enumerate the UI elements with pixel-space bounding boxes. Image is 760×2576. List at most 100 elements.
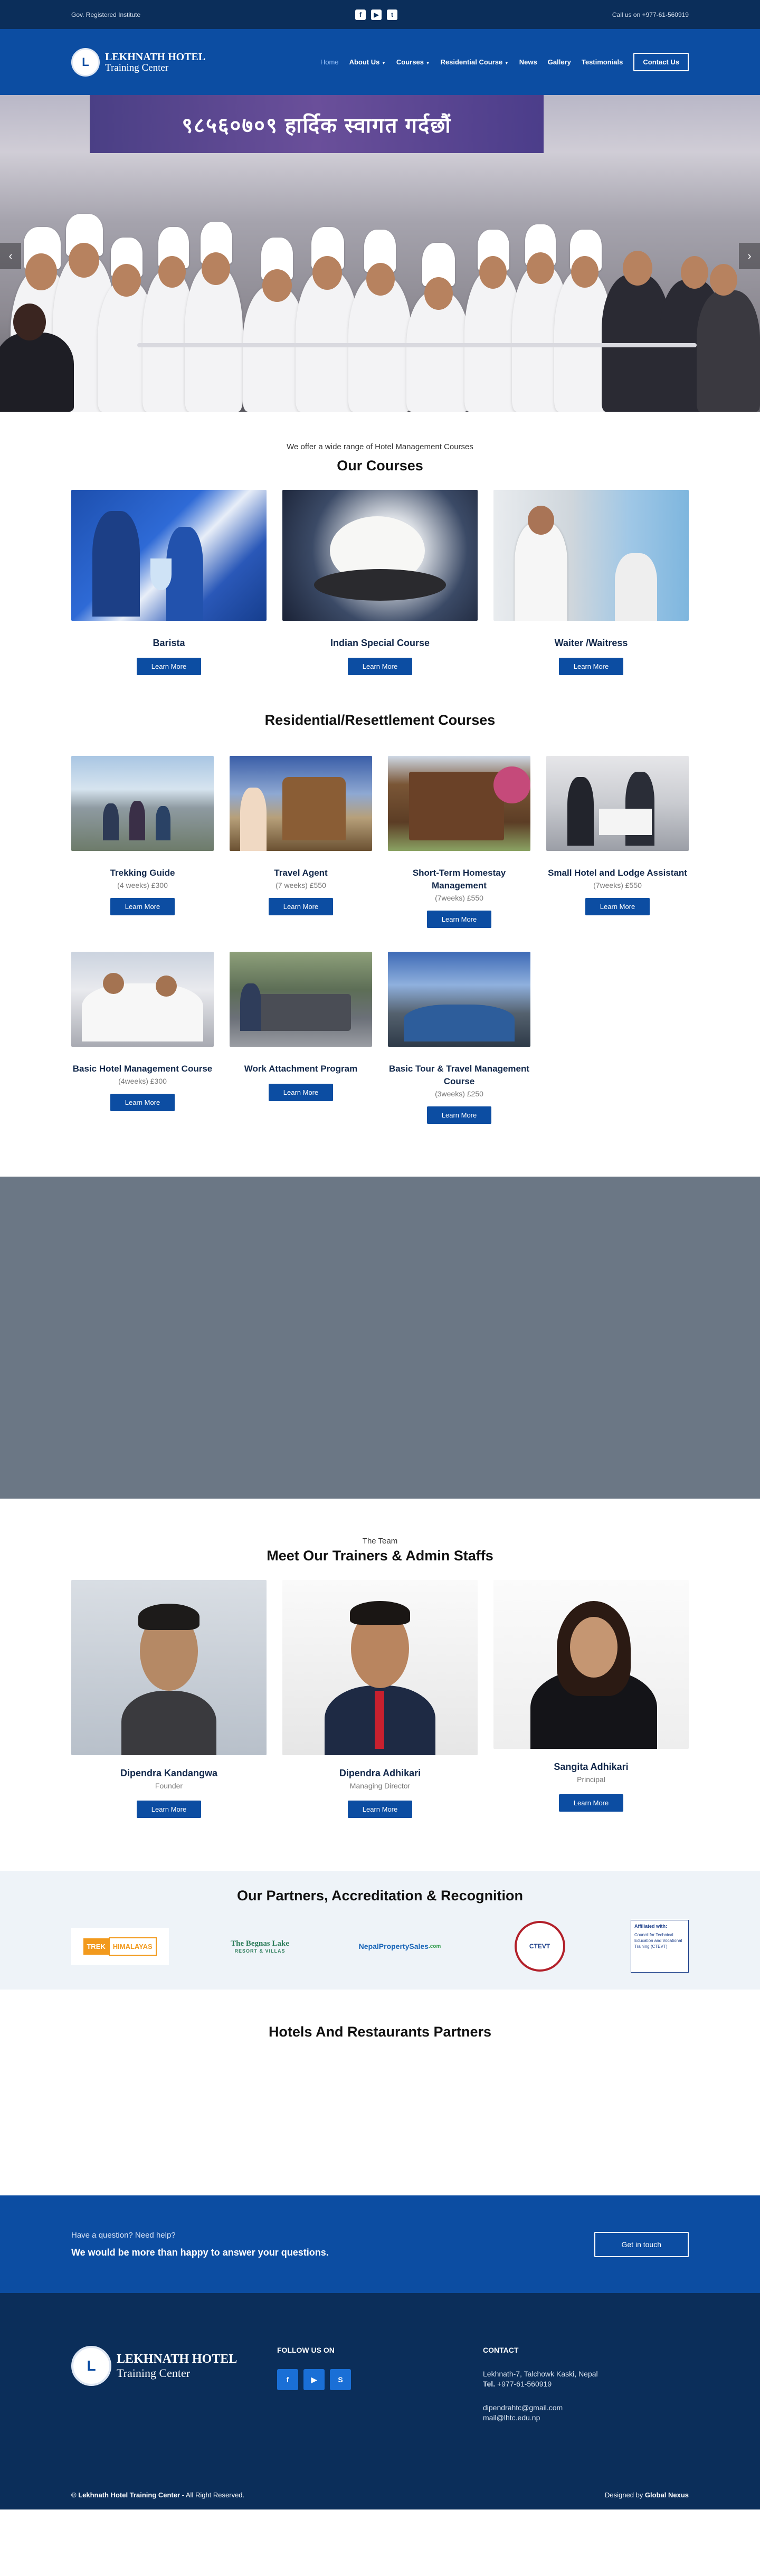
team-section: The Team Meet Our Trainers & Admin Staff… [71, 1499, 689, 1818]
partner-logo-trek-himalayas[interactable]: TREK HIMALAYAS [71, 1928, 169, 1965]
learn-more-button[interactable]: Learn More [347, 1801, 413, 1818]
logo-title: LEKHNATH HOTEL [105, 51, 206, 63]
hero-slider: ९८५६०७०९ हार्दिक स्वागत गर्दछौं ‹ › [0, 95, 760, 412]
slider-prev-arrow[interactable]: ‹ [0, 243, 21, 269]
team-photo [71, 1580, 267, 1755]
course-image-tour-travel [388, 952, 530, 1047]
residential-section: Residential/Resettlement Courses Trekkin… [71, 675, 689, 1124]
team-member-card: Sangita Adhikari Principal Learn More [493, 1580, 689, 1818]
learn-more-button[interactable]: Learn More [558, 1794, 624, 1812]
learn-more-button[interactable]: Learn More [347, 658, 413, 675]
skype-icon[interactable]: S [330, 2369, 351, 2390]
learn-more-button[interactable]: Learn More [558, 658, 624, 675]
nav-news[interactable]: News [519, 58, 537, 66]
contact-title: CONTACT [483, 2346, 519, 2354]
learn-more-button[interactable]: Learn More [426, 911, 492, 928]
course-title: Small Hotel and Lodge Assistant [548, 868, 687, 878]
footer-logo-subtitle: Training Center [117, 2366, 191, 2380]
team-photo [493, 1580, 689, 1749]
course-meta: (4weeks) £300 [118, 1077, 167, 1085]
learn-more-button[interactable]: Learn More [585, 898, 650, 915]
learn-more-button[interactable]: Learn More [110, 1094, 175, 1111]
cta-question: Have a question? Need help? [71, 2230, 176, 2240]
chevron-down-icon: ▼ [504, 61, 509, 65]
partner-logo-ctevt-seal[interactable]: CTEVT [491, 1920, 588, 1973]
courses-subtitle: We offer a wide range of Hotel Managemen… [287, 442, 473, 451]
course-image-waiter [493, 490, 689, 621]
course-title: Short-Term Homestay Management [412, 868, 506, 891]
hotels-title: Hotels And Restaurants Partners [268, 2024, 492, 2040]
nav-residential-course[interactable]: Residential Course ▼ [440, 58, 508, 66]
course-image-travel-agent [230, 756, 372, 851]
course-title: Work Attachment Program [244, 1064, 358, 1074]
slider-next-arrow[interactable]: › [739, 243, 760, 269]
nav-about-us[interactable]: About Us ▼ [349, 58, 386, 66]
site-logo[interactable]: L LEKHNATH HOTEL Training Center [71, 48, 205, 77]
course-meta: (3weeks) £250 [435, 1090, 483, 1098]
residential-card: Basic Hotel Management Course (4weeks) £… [71, 952, 214, 1124]
twitter-icon[interactable]: t [387, 9, 398, 20]
course-meta: (4 weeks) £300 [117, 881, 168, 889]
course-card: Barista Learn More [71, 490, 267, 675]
call-text[interactable]: Call us on +977-61-560919 [612, 11, 689, 18]
course-image-small-hotel [546, 756, 689, 851]
course-image-work-attachment [230, 952, 372, 1047]
course-title: Indian Special Course [330, 638, 430, 648]
learn-more-button[interactable]: Learn More [426, 1106, 492, 1124]
footer-logo-emblem: L [71, 2346, 111, 2386]
residential-card: Travel Agent (7 weeks) £550 Learn More [230, 756, 372, 928]
video-placeholder-band [0, 1177, 760, 1499]
copyright-bar: © Lekhnath Hotel Training Center - All R… [71, 2491, 689, 2509]
chevron-down-icon: ▼ [425, 61, 430, 65]
youtube-icon[interactable]: ▶ [303, 2369, 325, 2390]
get-in-touch-button[interactable]: Get in touch [594, 2231, 689, 2257]
nav-testimonials[interactable]: Testimonials [582, 58, 623, 66]
partner-logo-ctevt-affiliation[interactable]: Affiliated with: Council for Technical E… [631, 1920, 689, 1973]
partner-logo-begnas-lake[interactable]: The Begnas Lake RESORT & VILLAS [211, 1928, 309, 1965]
main-header: L LEKHNATH HOTEL Training Center Home Ab… [0, 29, 760, 95]
nav-gallery[interactable]: Gallery [548, 58, 571, 66]
logo-emblem: L [71, 48, 100, 77]
team-subtitle: The Team [362, 1537, 398, 1546]
residential-title: Residential/Resettlement Courses [264, 712, 496, 728]
team-member-role: Managing Director [349, 1782, 411, 1790]
chevron-down-icon: ▼ [381, 61, 386, 65]
nav-courses[interactable]: Courses ▼ [396, 58, 430, 66]
partners-section: Our Partners, Accreditation & Recognitio… [0, 1871, 760, 1990]
footer-logo[interactable]: L LEKHNATH HOTEL Training Center [71, 2346, 277, 2386]
copyright-text: © Lekhnath Hotel Training Center - All R… [71, 2491, 245, 2499]
logo-subtitle: Training Center [105, 62, 169, 73]
course-image-trekking [71, 756, 214, 851]
facebook-icon[interactable]: f [277, 2369, 298, 2390]
site-footer: L LEKHNATH HOTEL Training Center FOLLOW … [0, 2293, 760, 2509]
designer-link[interactable]: Global Nexus [645, 2491, 689, 2499]
course-card: Indian Special Course Learn More [282, 490, 478, 675]
learn-more-button[interactable]: Learn More [110, 898, 175, 915]
courses-title: Our Courses [337, 458, 423, 473]
learn-more-button[interactable]: Learn More [268, 898, 334, 915]
course-meta: (7 weeks) £550 [276, 881, 326, 889]
team-photo [282, 1580, 478, 1755]
contact-us-button[interactable]: Contact Us [633, 53, 689, 71]
course-title: Barista [153, 638, 185, 648]
team-member-name: Dipendra Adhikari [339, 1768, 421, 1778]
learn-more-button[interactable]: Learn More [268, 1084, 334, 1101]
course-meta: (7weeks) £550 [435, 894, 483, 902]
youtube-icon[interactable]: ▶ [371, 9, 382, 20]
footer-email-2[interactable]: mail@lhtc.edu.np [483, 2413, 689, 2423]
residential-card: Work Attachment Program Learn More [230, 952, 372, 1124]
team-member-role: Principal [577, 1775, 605, 1784]
welcome-banner: ९८५६०७०९ हार्दिक स्वागत गर्दछौं [90, 95, 544, 153]
partners-title: Our Partners, Accreditation & Recognitio… [236, 1888, 524, 1903]
nav-home[interactable]: Home [320, 58, 339, 66]
footer-email-1[interactable]: dipendrahtc@gmail.com [483, 2403, 689, 2413]
hero-rail [137, 343, 697, 347]
team-title: Meet Our Trainers & Admin Staffs [267, 1548, 493, 1564]
facebook-icon[interactable]: f [355, 9, 366, 20]
learn-more-button[interactable]: Learn More [136, 658, 202, 675]
main-nav: Home About Us ▼ Courses ▼ Residential Co… [320, 53, 689, 71]
footer-phone[interactable]: Tel. +977-61-560919 [483, 2379, 689, 2389]
learn-more-button[interactable]: Learn More [136, 1801, 202, 1818]
partner-logo-nepal-property-sales[interactable]: NepalPropertySales .com [351, 1928, 449, 1965]
course-image-homestay [388, 756, 530, 851]
